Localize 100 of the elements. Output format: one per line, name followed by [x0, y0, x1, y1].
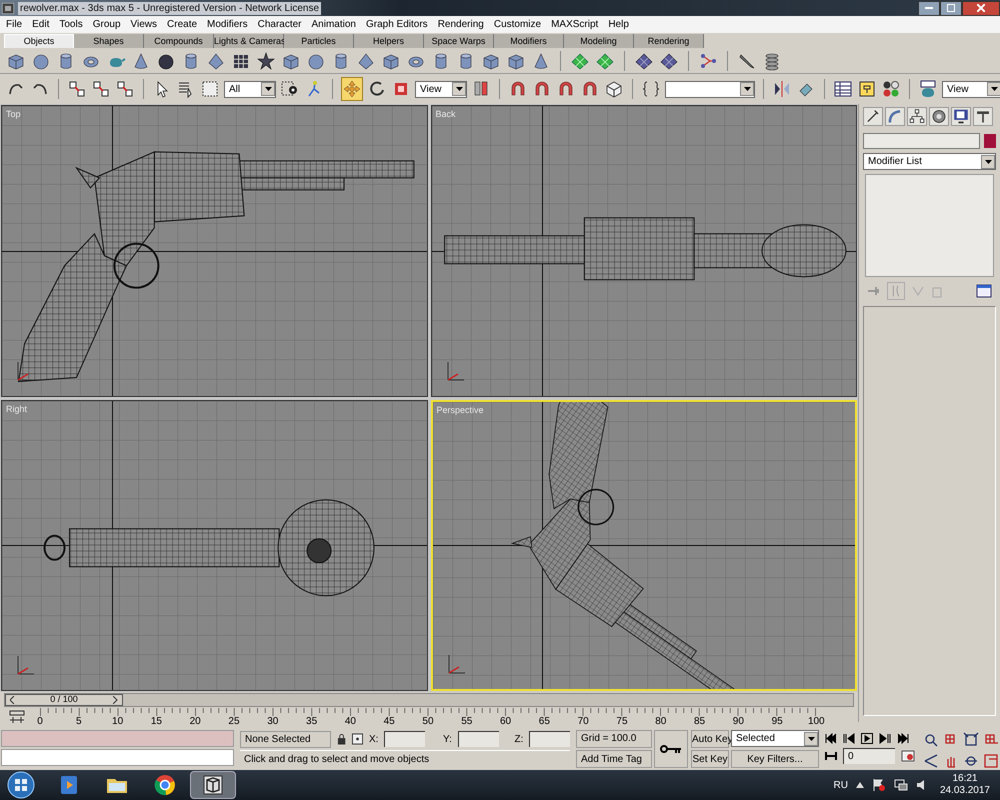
motion-wheel-icon[interactable]: [929, 107, 949, 126]
clock-date[interactable]: 24.03.2017: [940, 785, 990, 797]
box-outline-icon[interactable]: [604, 79, 624, 99]
maximize-button[interactable]: [940, 0, 962, 16]
taskbar-app-button[interactable]: [190, 771, 236, 799]
maximize-viewport-icon[interactable]: [983, 753, 999, 769]
track-view-icon[interactable]: [833, 79, 853, 99]
key-mode-dropdown[interactable]: Selected: [731, 730, 819, 747]
hierarchy-icon[interactable]: [907, 107, 927, 126]
tab[interactable]: Modifiers: [494, 34, 564, 48]
display-monitor-icon[interactable]: [951, 107, 971, 126]
tab[interactable]: Helpers: [354, 34, 424, 48]
tab[interactable]: Particles: [284, 34, 354, 48]
configure-sets-icon[interactable]: [976, 283, 992, 299]
maximize-icon: [947, 4, 955, 12]
clock-time[interactable]: 16:21: [952, 773, 978, 785]
star-icon[interactable]: [256, 50, 276, 70]
menu-item[interactable]: Animation: [312, 17, 356, 32]
menu-item[interactable]: Edit: [32, 17, 50, 32]
key-icon: [660, 744, 682, 754]
network-icon[interactable]: [894, 778, 908, 792]
current-frame-field[interactable]: 0: [843, 748, 895, 764]
track-bar-icon[interactable]: [8, 710, 26, 724]
frame-number: 35: [305, 716, 318, 728]
maxscript-listener-field[interactable]: [1, 730, 234, 747]
dropdown-caret-icon: [456, 87, 462, 91]
menu-item[interactable]: Tools: [59, 17, 83, 32]
minimize-button[interactable]: [918, 0, 940, 16]
tab[interactable]: Lights & Cameras: [214, 34, 284, 48]
next-frame-icon[interactable]: [879, 733, 891, 744]
flag-icon[interactable]: [872, 778, 886, 792]
menu-item[interactable]: Graph Editors: [366, 17, 428, 32]
tray-expand-icon[interactable]: [856, 782, 864, 788]
link-icon[interactable]: [67, 79, 87, 99]
frame-ruler[interactable]: 0 5 10 15 20 25 30 35 40 45 50 55 60 65 70 75 80 85 90 95 100: [32, 708, 824, 730]
modify-bend-icon[interactable]: [885, 107, 905, 126]
move-tool-button[interactable]: [341, 77, 363, 101]
close-button[interactable]: [962, 0, 1000, 16]
render-scene-icon[interactable]: [918, 79, 938, 99]
tab[interactable]: Compounds: [144, 34, 214, 48]
add-time-tag-button[interactable]: Add Time Tag: [576, 750, 652, 768]
selection-filter-dropdown[interactable]: All: [224, 80, 276, 98]
time-configuration-icon[interactable]: [901, 750, 915, 762]
time-slider-track[interactable]: 0 / 100: [4, 693, 854, 707]
tab[interactable]: Objects: [4, 34, 74, 48]
render-mode-dropdown[interactable]: View: [942, 80, 1000, 98]
frame-number: 0: [36, 716, 44, 728]
lock-icon[interactable]: [336, 733, 346, 745]
menu-item[interactable]: File: [6, 17, 22, 32]
menu-item[interactable]: Group: [92, 17, 121, 32]
set-key-button[interactable]: Set Key: [691, 750, 729, 768]
tab[interactable]: Space Warps: [424, 34, 494, 48]
object-color-swatch[interactable]: [984, 134, 996, 148]
previous-frame-icon[interactable]: [843, 733, 855, 744]
mirror-icon[interactable]: [772, 79, 792, 99]
zoom-extents-icon[interactable]: [963, 732, 979, 748]
menu-item[interactable]: Rendering: [438, 17, 484, 32]
object-name-field[interactable]: [863, 133, 980, 149]
modifier-list-dropdown[interactable]: Modifier List: [863, 153, 996, 170]
menu-item[interactable]: Views: [130, 17, 158, 32]
tab[interactable]: Rendering: [634, 34, 704, 48]
field-of-view-icon[interactable]: [923, 753, 939, 769]
menu-item[interactable]: Create: [167, 17, 198, 32]
tab[interactable]: Modeling: [564, 34, 634, 48]
frame-number: 85: [692, 716, 706, 728]
named-selection-dropdown[interactable]: [665, 80, 755, 98]
bind-icon[interactable]: [115, 79, 135, 99]
language-indicator[interactable]: RU: [833, 778, 848, 792]
menu-item[interactable]: Character: [258, 17, 302, 32]
unlink-icon[interactable]: [91, 79, 111, 99]
key-mode-toggle-icon[interactable]: [825, 751, 837, 761]
menu-item[interactable]: MAXScript: [551, 17, 598, 32]
material-editor-icon[interactable]: [881, 79, 901, 99]
frame-number: 50: [421, 716, 435, 728]
z-coordinate-field[interactable]: [529, 731, 570, 747]
time-slider-thumb[interactable]: 0 / 100: [5, 694, 123, 706]
time-slider-label: 0 / 100: [50, 693, 78, 706]
start-button-icon[interactable]: [6, 771, 36, 799]
y-coordinate-field[interactable]: [458, 731, 499, 747]
zoom-icon[interactable]: [923, 732, 939, 748]
absolute-mode-icon[interactable]: [352, 733, 363, 745]
reference-coordinate-dropdown[interactable]: View: [415, 80, 467, 98]
menu-item[interactable]: Help: [608, 17, 629, 32]
go-to-start-icon[interactable]: [825, 733, 837, 744]
x-coordinate-field[interactable]: [384, 731, 426, 747]
app-logo-icon: [2, 2, 14, 14]
braces-icon[interactable]: [641, 79, 661, 99]
tab[interactable]: Shapes: [74, 34, 144, 48]
menu-item[interactable]: Modifiers: [207, 17, 248, 32]
region-select-icon[interactable]: [200, 79, 220, 99]
maxscript-input-field[interactable]: [1, 749, 234, 766]
play-icon[interactable]: [861, 733, 873, 744]
menu-item[interactable]: Customize: [494, 17, 542, 32]
schematic-icon[interactable]: [857, 79, 877, 99]
dropdown-caret-icon: [990, 87, 998, 91]
key-filters-button[interactable]: Key Filters...: [731, 750, 819, 768]
utilities-hammer-icon[interactable]: [973, 107, 993, 126]
set-key-mode-button[interactable]: [654, 730, 688, 768]
create-wand-icon[interactable]: [863, 107, 883, 126]
go-to-end-icon[interactable]: [897, 733, 909, 744]
